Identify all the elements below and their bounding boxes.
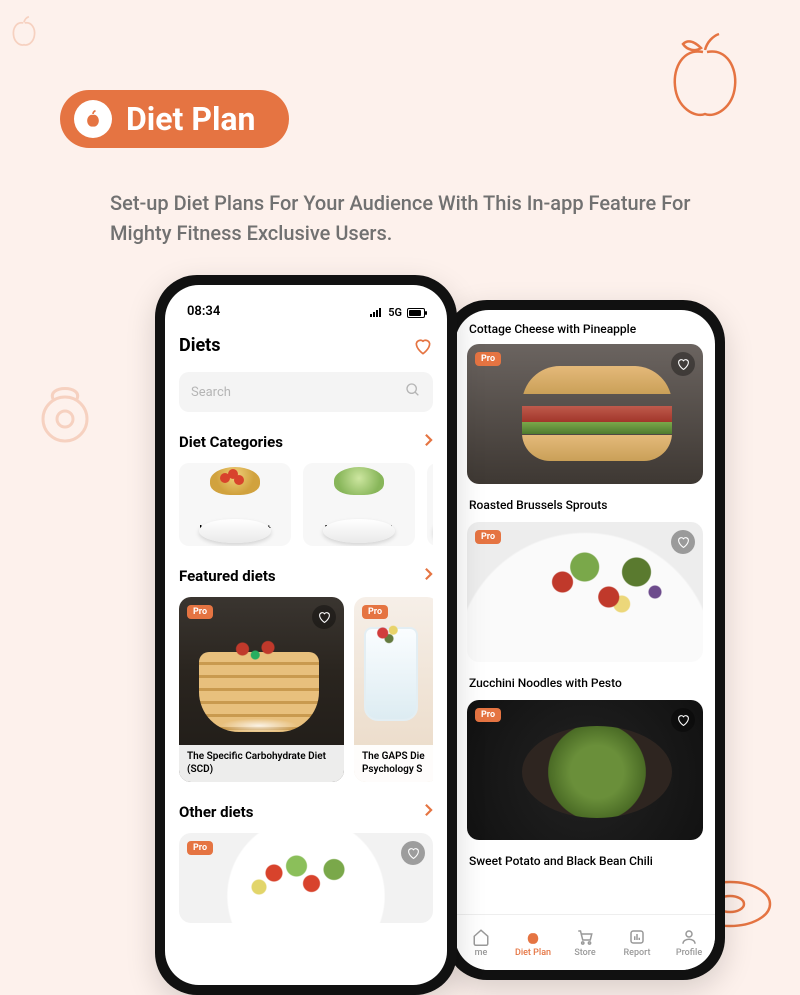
categories-title: Diet Categories	[179, 433, 283, 451]
categories-more-button[interactable]	[424, 432, 433, 451]
status-bar: 08:34 5G	[165, 285, 447, 323]
pro-badge: Pro	[362, 605, 388, 619]
featured-label: The Specific Carbohydrate Diet (SCD)	[179, 745, 344, 782]
pro-badge: Pro	[475, 708, 501, 722]
recipe-card[interactable]: Pro	[467, 344, 703, 484]
pro-badge: Pro	[187, 605, 213, 619]
other-card[interactable]: Pro	[179, 833, 433, 923]
recipe-label: Roasted Brussels Sprouts	[467, 492, 703, 522]
category-card[interactable]: Low Carb Diet	[303, 463, 415, 546]
bottom-navbar: me Diet Plan Store Report Profile	[455, 914, 715, 970]
feature-description: Set-up Diet Plans For Your Audience With…	[110, 188, 730, 248]
search-icon	[405, 382, 421, 402]
favorite-button[interactable]	[671, 352, 695, 376]
decorative-apple-small-icon	[10, 15, 38, 47]
categories-row[interactable]: High Carb Diet Low Carb Diet Med	[179, 463, 433, 546]
pro-badge: Pro	[475, 530, 501, 544]
other-more-button[interactable]	[424, 802, 433, 821]
decorative-kettlebell-icon	[35, 375, 95, 447]
network-label: 5G	[388, 306, 402, 319]
favorite-button[interactable]	[312, 605, 336, 629]
favorite-button[interactable]	[671, 530, 695, 554]
battery-icon	[407, 308, 425, 318]
featured-card[interactable]: Pro The GAPS Die Psychology S	[354, 597, 433, 782]
recipe-card[interactable]: Pro	[467, 700, 703, 840]
featured-card[interactable]: Pro The Specific Carbohydrate Diet (SCD)	[179, 597, 344, 782]
feature-pill-title: Diet Plan	[126, 100, 255, 138]
featured-title: Featured diets	[179, 567, 276, 585]
other-title: Other diets	[179, 803, 253, 821]
recipe-header-label: Cottage Cheese with Pineapple	[467, 316, 703, 344]
clock: 08:34	[187, 304, 220, 319]
recipe-label: Zucchini Noodles with Pesto	[467, 670, 703, 700]
recipe-card[interactable]: Pro	[467, 522, 703, 662]
page-title: Diets	[179, 335, 221, 356]
phone-mockup-secondary: Cottage Cheese with Pineapple Pro Roaste…	[445, 300, 725, 980]
decorative-apple-icon	[665, 30, 745, 120]
nav-home[interactable]: me	[455, 915, 507, 970]
search-placeholder: Search	[191, 385, 231, 400]
apple-icon	[74, 100, 112, 138]
featured-label: The GAPS Die Psychology S	[354, 745, 433, 782]
other-row[interactable]: Pro	[179, 833, 433, 923]
feature-pill: Diet Plan	[60, 90, 289, 148]
category-card[interactable]: Med	[427, 463, 433, 546]
nav-store[interactable]: Store	[559, 915, 611, 970]
search-input[interactable]: Search	[179, 372, 433, 412]
favorites-button[interactable]	[413, 337, 433, 355]
phone-mockup-primary: 08:34 5G Diets Search Diet Cat	[155, 275, 457, 995]
favorite-button[interactable]	[401, 841, 425, 865]
pro-badge: Pro	[187, 841, 213, 855]
nav-diet-plan[interactable]: Diet Plan	[507, 915, 559, 970]
nav-report[interactable]: Report	[611, 915, 663, 970]
category-card[interactable]: High Carb Diet	[179, 463, 291, 546]
featured-more-button[interactable]	[424, 566, 433, 585]
favorite-button[interactable]	[671, 708, 695, 732]
recipe-label: Sweet Potato and Black Bean Chili	[467, 848, 703, 878]
signal-icon	[369, 308, 383, 318]
nav-profile[interactable]: Profile	[663, 915, 715, 970]
featured-row[interactable]: Pro The Specific Carbohydrate Diet (SCD)…	[179, 597, 433, 782]
pro-badge: Pro	[475, 352, 501, 366]
